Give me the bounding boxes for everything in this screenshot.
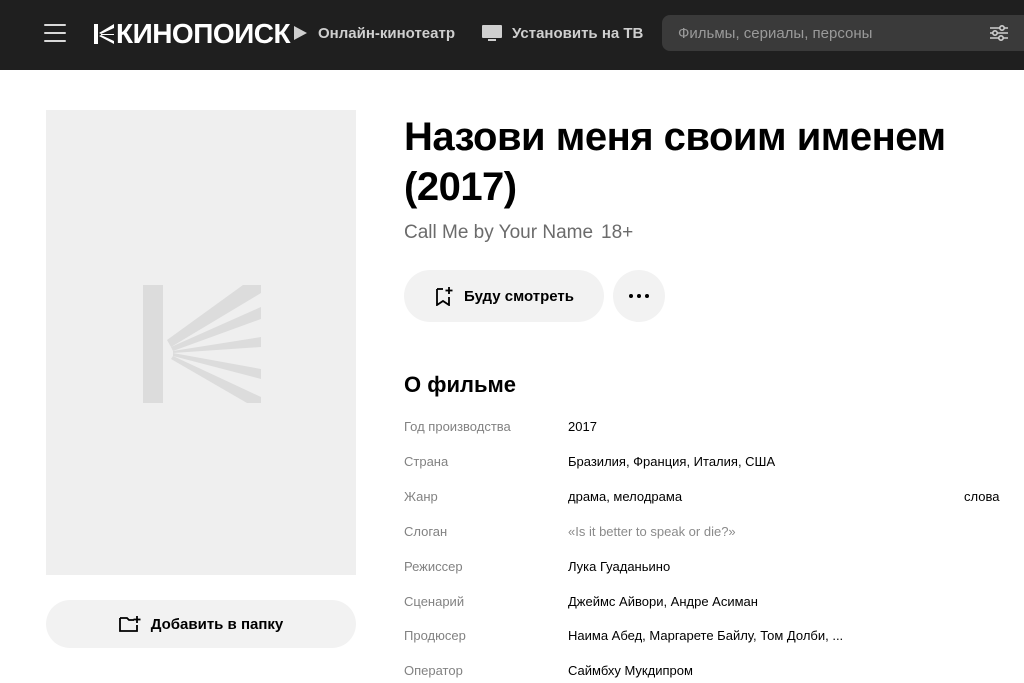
- tv-icon: [482, 25, 502, 41]
- info-value[interactable]: Бразилия, Франция, Италия, США: [568, 454, 775, 469]
- info-row-director: Режиссер Лука Гуаданьино: [404, 559, 1004, 579]
- watch-later-label: Буду смотреть: [463, 287, 575, 305]
- info-value[interactable]: драма, мелодрама: [568, 489, 682, 504]
- info-value[interactable]: Джеймс Айвори, Андре Асиман: [568, 594, 758, 609]
- original-title-line: Call Me by Your Name 18+: [404, 222, 633, 244]
- info-value: «Is it better to speak or die?»: [568, 524, 736, 539]
- filter-icon[interactable]: [990, 25, 1008, 41]
- info-row-genre: Жанр драма, мелодрама слова: [404, 489, 1004, 509]
- genre-keywords-link[interactable]: слова: [964, 489, 999, 504]
- add-to-folder-button[interactable]: Добавить в папку: [46, 600, 356, 648]
- nav-online-cinema[interactable]: Онлайн-кинотеатр: [292, 22, 455, 44]
- info-value[interactable]: Саймбху Мукдипром: [568, 663, 693, 678]
- info-label: Сценарий: [404, 594, 465, 609]
- page-title: Назови меня своим именем (2017): [404, 115, 946, 209]
- bookmark-plus-icon: [436, 287, 453, 306]
- original-title: Call Me by Your Name: [404, 222, 594, 243]
- info-row-tagline: Слоган «Is it better to speak or die?»: [404, 524, 1004, 544]
- info-label: Продюсер: [404, 628, 466, 643]
- logo-sunburst-icon: [94, 24, 114, 44]
- nav-install-tv-label: Установить на ТВ: [512, 24, 644, 42]
- nav-install-tv[interactable]: Установить на ТВ: [482, 22, 643, 44]
- info-label: Режиссер: [404, 559, 463, 574]
- search-input[interactable]: [678, 24, 978, 42]
- poster-placeholder: [46, 110, 356, 575]
- more-options-button[interactable]: [613, 270, 665, 322]
- logo[interactable]: КИНОПОИСК: [92, 17, 291, 51]
- poster-logo-icon: [143, 285, 261, 403]
- nav-online-cinema-label: Онлайн-кинотеатр: [318, 24, 455, 42]
- info-value[interactable]: Лука Гуаданьино: [568, 559, 670, 574]
- add-folder-icon: [118, 616, 141, 632]
- info-value[interactable]: Наима Абед, Маргарете Байлу, Том Долби, …: [568, 628, 843, 643]
- info-label: Оператор: [404, 663, 463, 678]
- info-row-country: Страна Бразилия, Франция, Италия, США: [404, 454, 1004, 474]
- add-to-folder-label: Добавить в папку: [150, 615, 284, 633]
- info-label: Год производства: [404, 419, 511, 434]
- about-heading: О фильме: [404, 372, 517, 397]
- info-label: Слоган: [404, 524, 448, 539]
- menu-icon[interactable]: [44, 24, 66, 42]
- logo-text: КИНОПОИСК: [116, 18, 291, 49]
- watch-later-button[interactable]: Буду смотреть: [404, 270, 604, 322]
- age-rating: 18+: [601, 222, 634, 243]
- info-row-year: Год производства 2017: [404, 419, 1004, 439]
- play-icon: [294, 26, 307, 40]
- info-row-screenplay: Сценарий Джеймс Айвори, Андре Асиман: [404, 594, 1004, 614]
- info-value[interactable]: 2017: [568, 419, 597, 434]
- more-dots-icon: [629, 294, 649, 298]
- top-bar: КИНОПОИСК Онлайн-кинотеатр Установить на…: [0, 0, 1024, 70]
- info-label: Жанр: [404, 489, 438, 504]
- info-row-producer: Продюсер Наима Абед, Маргарете Байлу, То…: [404, 628, 1004, 648]
- info-row-operator: Оператор Саймбху Мукдипром: [404, 663, 1004, 683]
- info-label: Страна: [404, 454, 449, 469]
- search-bar: [662, 15, 1024, 51]
